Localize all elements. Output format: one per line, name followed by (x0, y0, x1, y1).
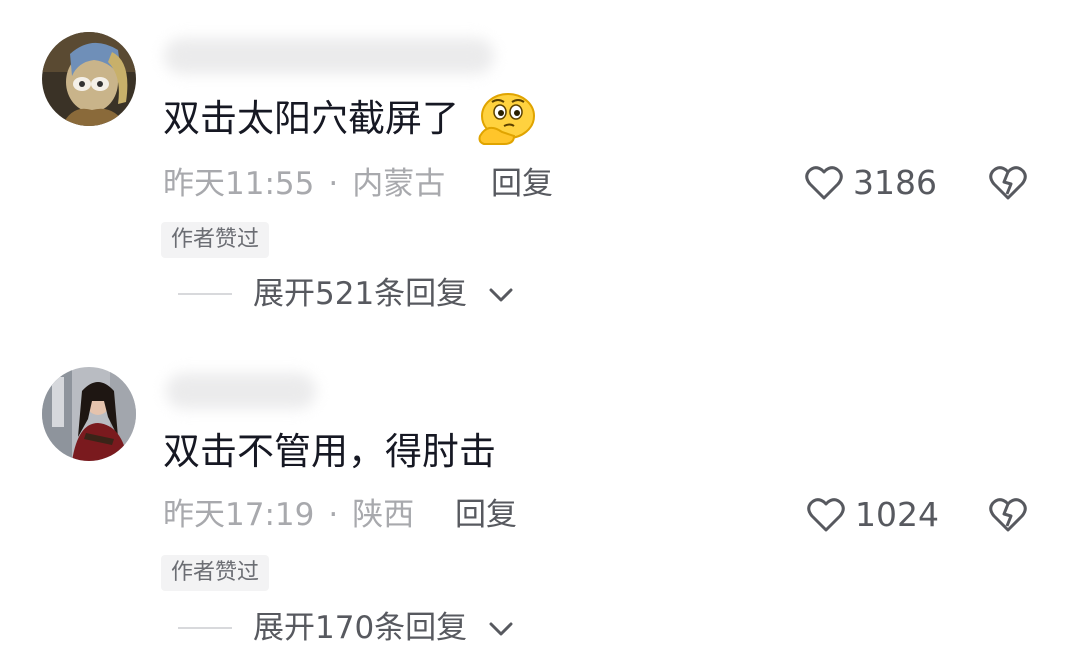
avatar[interactable] (42, 32, 136, 126)
comment-item: 双击不管用，得肘击 昨天17:19 · 陕西 回复 1024 作者赞过 展开170条… (0, 333, 1079, 653)
reply-button[interactable]: 回复 (491, 164, 553, 204)
heart-outline-icon[interactable] (806, 496, 846, 534)
meta-separator: · (328, 497, 339, 533)
meta-separator: · (328, 166, 339, 202)
username-blurred[interactable] (166, 373, 316, 409)
expand-replies-button[interactable]: 展开521条回复 (253, 274, 467, 314)
author-liked-badge: 作者赞过 (161, 222, 270, 258)
username-blurred[interactable] (164, 38, 494, 74)
author-liked-badge: 作者赞过 (161, 555, 270, 591)
comment-time: 昨天17:19 (163, 497, 315, 533)
comment-time: 昨天11:55 (163, 166, 315, 202)
comment-text: 双击不管用，得肘击 (163, 430, 496, 473)
avatar[interactable] (42, 367, 136, 461)
expand-divider (178, 293, 232, 295)
chevron-down-icon[interactable] (487, 619, 515, 639)
comment-meta: 昨天11:55 · 内蒙古 (163, 164, 445, 204)
comment-location: 陕西 (352, 497, 415, 533)
expand-replies-button[interactable]: 展开170条回复 (253, 608, 467, 648)
expand-divider (178, 627, 232, 629)
like-count: 3186 (853, 163, 937, 202)
broken-heart-icon[interactable] (988, 164, 1028, 202)
broken-heart-icon[interactable] (988, 496, 1028, 534)
comment-meta: 昨天17:19 · 陕西 (163, 495, 414, 535)
heart-outline-icon[interactable] (804, 164, 844, 202)
chevron-down-icon[interactable] (487, 285, 515, 305)
reply-button[interactable]: 回复 (455, 495, 517, 535)
thinking-face-emoji (474, 92, 538, 152)
comment-location: 内蒙古 (352, 166, 446, 202)
comment-item: 双击太阳穴截屏了 昨天11:55 · 内蒙古 回复 3186 作者赞过 展开521条… (0, 0, 1079, 320)
like-count: 1024 (855, 495, 939, 534)
comment-text: 双击太阳穴截屏了 (163, 97, 459, 140)
